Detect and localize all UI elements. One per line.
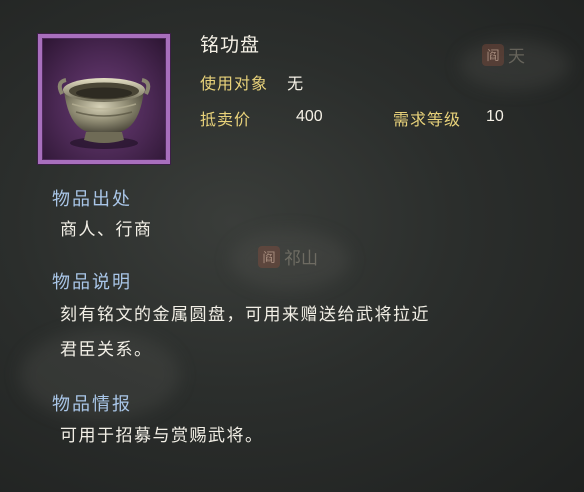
- map-place-label: 阎 祁山: [258, 244, 318, 269]
- target-row: 使用对象 无: [200, 70, 303, 94]
- level-label: 需求等级: [393, 110, 462, 129]
- price-row: 抵卖价: [200, 106, 251, 130]
- origin-text: 商人、行商: [60, 220, 153, 240]
- price-label: 抵卖价: [200, 110, 252, 129]
- item-icon-frame: [38, 34, 170, 164]
- level-row: 需求等级: [393, 106, 461, 130]
- description-line-2: 君臣关系。: [60, 340, 153, 360]
- level-value: 10: [486, 108, 504, 125]
- target-value: 无: [287, 74, 304, 93]
- info-text: 可用于招募与赏赐武将。: [60, 426, 264, 446]
- item-name: 铭功盘: [200, 34, 261, 56]
- map-place-name: 祁山: [284, 249, 318, 269]
- price-value: 400: [296, 108, 323, 125]
- description-heading: 物品说明: [52, 272, 132, 293]
- map-place-name-2: 天: [508, 47, 525, 67]
- description-line-1: 刻有铭文的金属圆盘，可用来赠送给武将拉近: [60, 305, 430, 325]
- target-label: 使用对象: [200, 74, 269, 93]
- map-seal: 阎: [258, 245, 280, 268]
- origin-heading: 物品出处: [52, 189, 132, 210]
- map-seal-2: 阎: [482, 43, 504, 66]
- bronze-bowl-icon: [57, 78, 151, 149]
- info-heading: 物品情报: [52, 394, 132, 415]
- map-place-label-2: 阎 天: [482, 42, 525, 67]
